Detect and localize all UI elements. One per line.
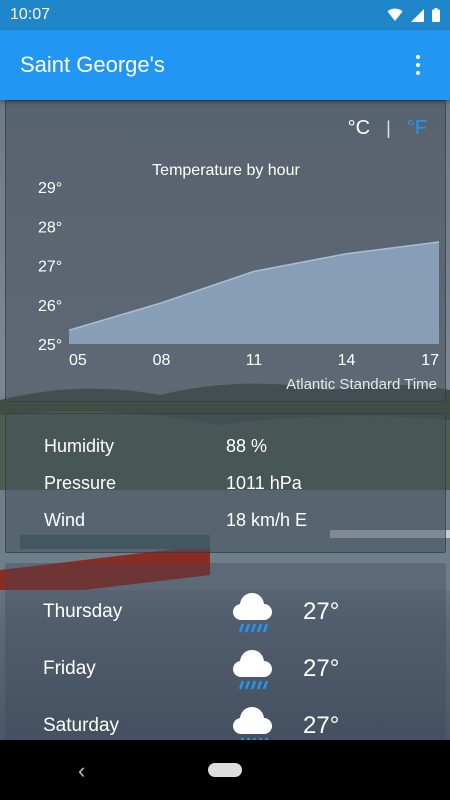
details-card: Humidity 88 % Pressure 1011 hPa Wind 18 … xyxy=(5,413,446,553)
rain-cloud-icon xyxy=(233,593,272,633)
more-vert-icon-dot xyxy=(416,71,420,75)
forecast-day: Friday xyxy=(43,658,96,679)
forecast-day: Saturday xyxy=(43,715,120,736)
pressure-value: 1011 hPa xyxy=(226,473,302,493)
pressure-label: Pressure xyxy=(44,473,117,493)
battery-icon xyxy=(432,8,440,22)
humidity-row: Humidity 88 % xyxy=(44,436,267,457)
wifi-icon xyxy=(387,8,403,21)
forecast-temp: 27° xyxy=(303,598,340,625)
x-tick-label: 05 xyxy=(69,352,87,369)
y-tick-label: 27° xyxy=(38,259,62,276)
humidity-value: 88 % xyxy=(226,436,268,456)
more-vert-icon-dot xyxy=(416,63,420,67)
more-vert-icon xyxy=(416,55,420,59)
wind-row: Wind 18 km/h E xyxy=(44,510,307,531)
home-button[interactable] xyxy=(208,763,242,777)
status-icons xyxy=(387,8,440,22)
forecast-row[interactable]: Thursday 27° xyxy=(43,588,423,636)
navigation-bar: ‹ xyxy=(0,740,450,800)
page-title: Saint George's xyxy=(20,52,165,77)
temperature-chart-card: °C | °F Temperature by hour 29° 28° 27° 26° 2… xyxy=(5,100,446,402)
pressure-row: Pressure 1011 hPa xyxy=(44,473,302,494)
back-icon[interactable]: ‹ xyxy=(78,758,98,783)
forecast-day: Thursday xyxy=(43,601,123,622)
y-tick-label: 26° xyxy=(38,298,62,315)
x-tick-label: 11 xyxy=(246,352,263,369)
y-tick-label: 29° xyxy=(38,180,62,197)
content-area[interactable]: °C | °F Temperature by hour 29° 28° 27° 26° 2… xyxy=(0,100,450,740)
y-tick-label: 25° xyxy=(38,337,62,354)
wind-label: Wind xyxy=(44,510,86,530)
rain-cloud-icon xyxy=(233,650,272,690)
timezone-label: Atlantic Standard Time xyxy=(286,376,437,393)
x-tick-label: 17 xyxy=(421,352,439,369)
forecast-row[interactable]: Friday 27° xyxy=(43,645,423,693)
chart-title: Temperature by hour xyxy=(152,162,300,179)
x-tick-label: 08 xyxy=(153,352,171,369)
forecast-temp: 27° xyxy=(303,655,340,682)
status-bar: 10:07 xyxy=(0,0,450,30)
forecast-temp: 27° xyxy=(303,712,340,739)
x-tick-label: 14 xyxy=(338,352,356,369)
forecast-card: Thursday 27° Friday 27° Saturday 27° xyxy=(5,563,446,740)
app-bar: Saint George's xyxy=(0,30,450,100)
humidity-label: Humidity xyxy=(44,436,115,456)
rain-cloud-icon xyxy=(233,707,272,740)
temperature-area xyxy=(69,241,439,344)
forecast-row[interactable]: Saturday 27° xyxy=(43,702,423,740)
temperature-chart: Temperature by hour 29° 28° 27° 26° 25° 05 08 11… xyxy=(38,162,439,393)
wind-value: 18 km/h E xyxy=(226,510,308,530)
y-tick-label: 28° xyxy=(38,219,62,236)
cell-signal-icon xyxy=(411,8,424,22)
status-time: 10:07 xyxy=(10,6,51,23)
more-options-button[interactable] xyxy=(406,45,430,85)
